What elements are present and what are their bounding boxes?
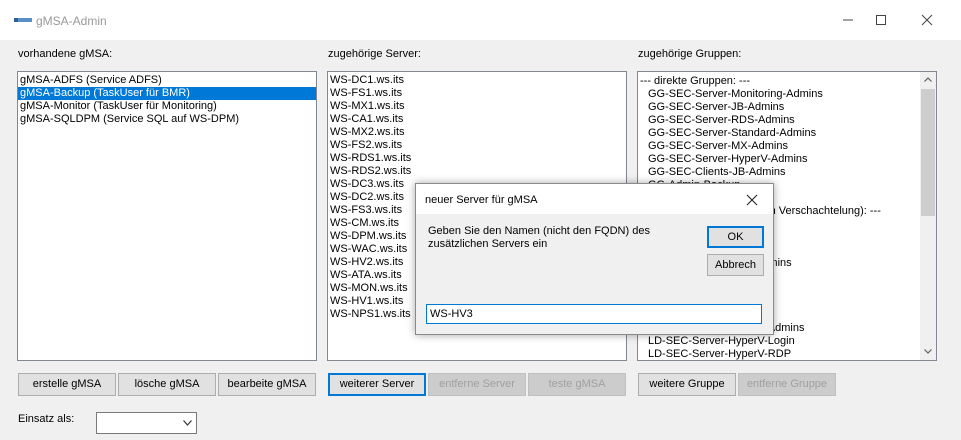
list-item[interactable]: WS-CA1.ws.its bbox=[328, 113, 626, 126]
list-item[interactable]: gMSA-Monitor (TaskUser für Monitoring) bbox=[18, 100, 316, 113]
list-item[interactable]: WS-RDS2.ws.its bbox=[328, 165, 626, 178]
einsatz-combobox[interactable] bbox=[96, 412, 197, 434]
maximize-button[interactable] bbox=[867, 6, 897, 34]
chevron-down-icon bbox=[183, 420, 192, 426]
gmsa-list-label: vorhandene gMSA: bbox=[18, 48, 113, 60]
title-bar: gMSA-Admin bbox=[0, 0, 961, 40]
app-icon bbox=[14, 18, 32, 22]
list-item[interactable]: GG-SEC-Server-Standard-Admins bbox=[638, 127, 936, 140]
minimize-button[interactable] bbox=[834, 6, 864, 34]
group-list-label: zugehörige Gruppen: bbox=[638, 48, 742, 60]
new-server-dialog: neuer Server für gMSA Geben Sie den Name… bbox=[415, 183, 774, 335]
server-name-input[interactable] bbox=[426, 304, 762, 324]
list-item[interactable]: GG-SEC-Server-HyperV-Admins bbox=[638, 153, 936, 166]
list-item[interactable]: GG-SEC-Server-JB-Admins bbox=[638, 101, 936, 114]
dialog-title: neuer Server für gMSA bbox=[425, 194, 538, 206]
list-item[interactable]: GG-SEC-Server-Monitoring-Admins bbox=[638, 88, 936, 101]
einsatz-label: Einsatz als: bbox=[18, 413, 75, 425]
window-title: gMSA-Admin bbox=[36, 14, 107, 28]
add-group-button[interactable]: weitere Gruppe bbox=[638, 373, 736, 396]
scroll-down-button[interactable] bbox=[920, 344, 936, 360]
close-icon[interactable] bbox=[746, 194, 758, 206]
list-item[interactable]: GG-SEC-Server-MX-Admins bbox=[638, 140, 936, 153]
group-list-scrollbar[interactable] bbox=[920, 72, 936, 360]
ok-button[interactable]: OK bbox=[707, 226, 764, 248]
list-item[interactable]: WS-RDS1.ws.its bbox=[328, 152, 626, 165]
list-item[interactable]: LD-SEC-Server-HyperV-Login bbox=[638, 335, 936, 348]
list-item[interactable]: gMSA-ADFS (Service ADFS) bbox=[18, 74, 316, 87]
list-item[interactable]: GG-SEC-Server-RDS-Admins bbox=[638, 114, 936, 127]
close-button[interactable] bbox=[913, 6, 943, 34]
remove-server-button[interactable]: entferne Server bbox=[428, 373, 526, 396]
test-gmsa-button[interactable]: teste gMSA bbox=[528, 373, 626, 396]
dialog-title-bar: neuer Server für gMSA bbox=[416, 184, 773, 214]
remove-group-button[interactable]: entferne Gruppe bbox=[738, 373, 836, 396]
list-item[interactable]: WS-FS1.ws.its bbox=[328, 87, 626, 100]
server-list-label: zugehörige Server: bbox=[328, 48, 421, 60]
edit-gmsa-button[interactable]: bearbeite gMSA bbox=[218, 373, 316, 396]
scroll-thumb[interactable] bbox=[921, 89, 935, 216]
delete-gmsa-button[interactable]: lösche gMSA bbox=[118, 373, 216, 396]
maximize-icon bbox=[876, 15, 886, 25]
list-item[interactable]: WS-FS2.ws.its bbox=[328, 139, 626, 152]
list-item[interactable]: gMSA-Backup (TaskUser für BMR) bbox=[18, 87, 316, 100]
add-server-button[interactable]: weiterer Server bbox=[328, 373, 426, 396]
chevron-up-icon bbox=[924, 77, 932, 82]
list-item[interactable]: GG-SEC-Clients-JB-Admins bbox=[638, 166, 936, 179]
minimize-icon bbox=[843, 19, 853, 21]
list-item[interactable]: LD-SEC-Server-HyperV-RDP bbox=[638, 348, 936, 360]
list-item[interactable]: WS-DC1.ws.its bbox=[328, 74, 626, 87]
gmsa-listbox[interactable]: gMSA-ADFS (Service ADFS) gMSA-Backup (Tas… bbox=[17, 71, 317, 361]
list-item[interactable]: gMSA-SQLDPM (Service SQL auf WS-DPM) bbox=[18, 113, 316, 126]
scroll-up-button[interactable] bbox=[920, 72, 936, 88]
create-gmsa-button[interactable]: erstelle gMSA bbox=[18, 373, 116, 396]
dialog-message: Geben Sie den Namen (nicht den FQDN) des… bbox=[428, 225, 650, 250]
chevron-down-icon bbox=[924, 349, 932, 354]
close-icon bbox=[921, 14, 933, 26]
cancel-button[interactable]: Abbrech bbox=[707, 254, 764, 276]
list-item[interactable]: WS-MX2.ws.its bbox=[328, 126, 626, 139]
list-item[interactable]: WS-MX1.ws.its bbox=[328, 100, 626, 113]
list-item[interactable]: --- direkte Gruppen: --- bbox=[638, 75, 936, 88]
